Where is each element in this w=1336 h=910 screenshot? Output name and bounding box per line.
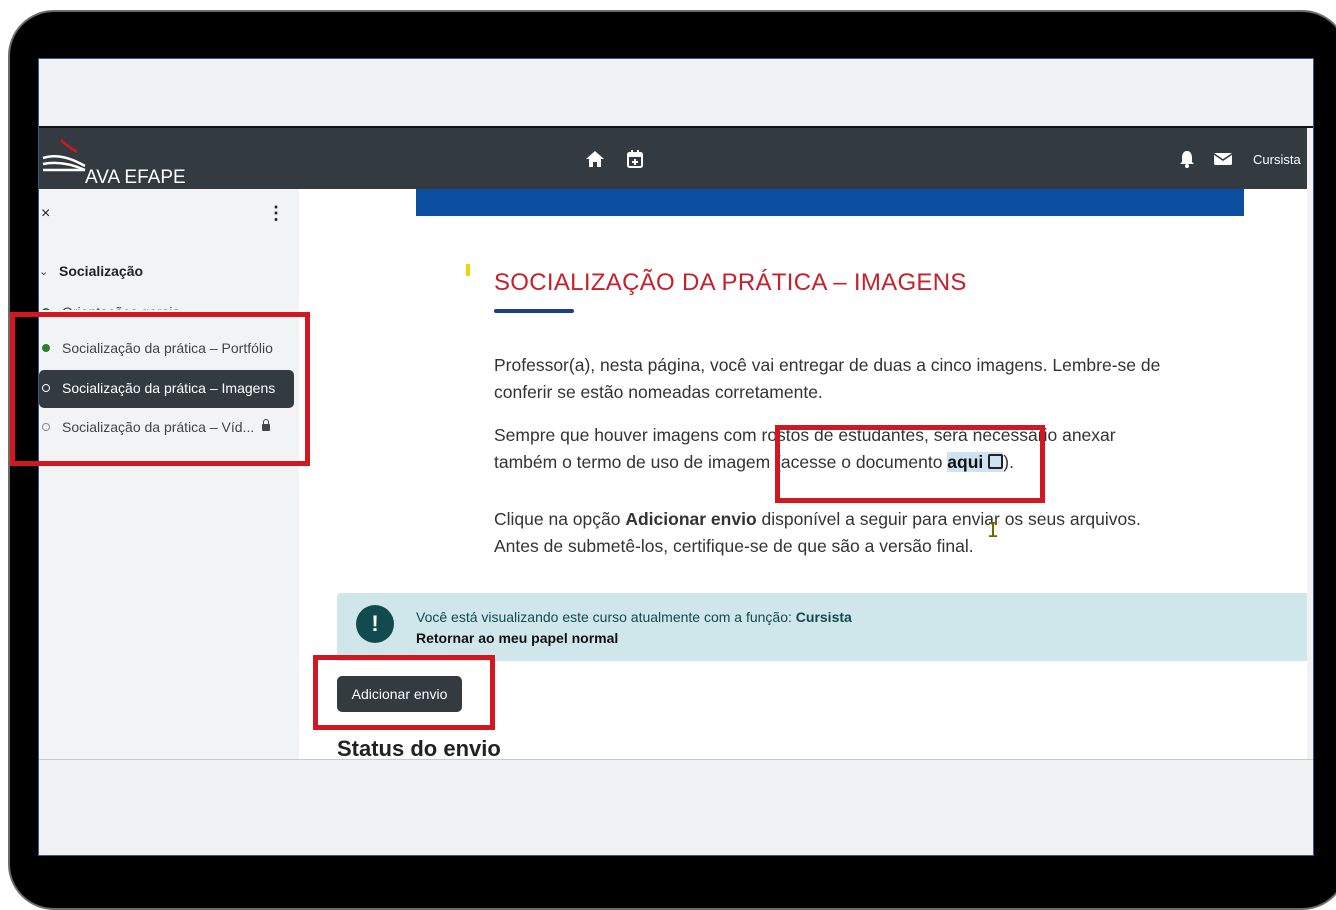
instructions-text: Clique na opção <box>494 509 626 529</box>
site-logo[interactable]: AVA EFAPE <box>41 136 191 188</box>
title-underline <box>494 309 574 313</box>
chevron-down-icon[interactable]: ⌄ <box>39 265 48 278</box>
activity-banner <box>416 189 1244 216</box>
submission-status-heading: Status do envio <box>337 736 501 759</box>
drawer-options-icon[interactable]: ⋮ <box>267 203 285 224</box>
role-alert: ! Você está visualizando este curso atua… <box>337 593 1307 661</box>
highlight-box-sidebar <box>10 312 310 466</box>
bottom-divider <box>39 759 1313 760</box>
page-title: SOCIALIZAÇÃO DA PRÁTICA – IMAGENS <box>494 269 967 296</box>
calendar-icon[interactable] <box>625 149 645 169</box>
user-menu[interactable]: Cursista <box>1253 152 1301 167</box>
intro-paragraph: Professor(a), nesta página, você vai ent… <box>494 355 1161 402</box>
return-role-link[interactable]: Retornar ao meu papel normal <box>416 630 618 646</box>
top-navbar: AVA EFAPE Cursista <box>39 128 1307 189</box>
instructions-emphasis: Adicionar envio <box>625 509 757 529</box>
highlight-box-button <box>313 655 495 730</box>
highlight-box-link <box>775 425 1045 503</box>
bell-icon[interactable] <box>1177 149 1197 169</box>
alert-role: Cursista <box>795 609 852 625</box>
accent-mark <box>466 264 470 276</box>
instructions-paragraph: Clique na opção Adicionar envio disponív… <box>494 506 1174 560</box>
section-title: Socialização <box>59 263 144 279</box>
alert-message: Você está visualizando este curso atualm… <box>416 609 852 625</box>
text-cursor-icon: I <box>987 518 1000 542</box>
close-drawer-icon[interactable]: × <box>41 205 50 223</box>
home-icon[interactable] <box>585 149 605 169</box>
brand-name: AVA EFAPE <box>85 167 186 188</box>
alert-text: Você está visualizando este curso atualm… <box>416 609 796 625</box>
envelope-icon[interactable] <box>1213 149 1233 169</box>
course-index-drawer: × ⋮ ⌄ Socialização Orientações gerais So… <box>39 189 299 759</box>
exclamation-icon: ! <box>356 605 394 643</box>
